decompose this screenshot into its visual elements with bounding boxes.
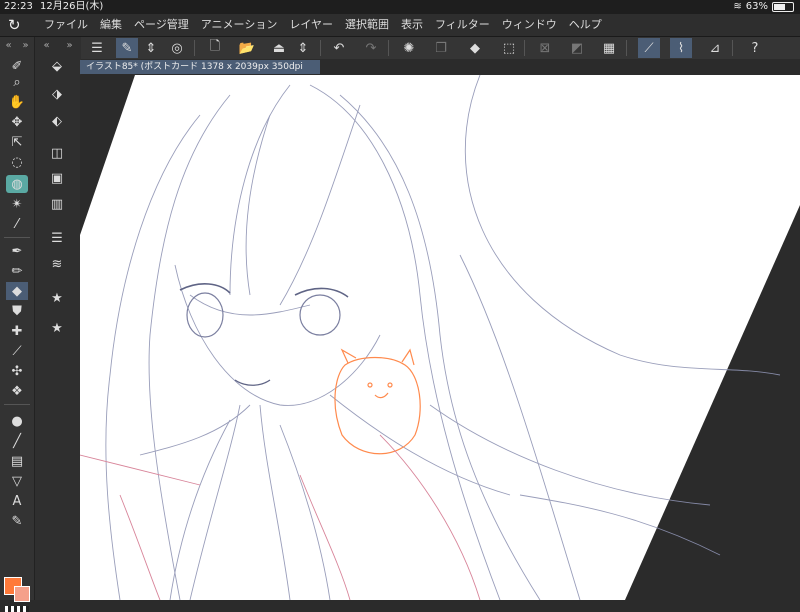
chevron-updown-icon[interactable]: ⇕ (140, 38, 162, 58)
zoom-icon[interactable]: ⌕ (6, 73, 28, 91)
figure-circle-icon[interactable]: ● (6, 412, 28, 430)
fill-bucket-icon[interactable]: ⛊ (6, 302, 28, 320)
layers-icon[interactable]: ☰ (47, 229, 67, 247)
copy-layer-icon[interactable]: ❐ (430, 38, 452, 58)
canvas-svg (80, 75, 800, 600)
battery-icon (772, 2, 794, 12)
command-toolbar: ☰ ✎ ⇕ ◎ 🗋 📂 ⏏ ⇕ ↶ ↷ ✺ ❐ ◆ ⬚ ⊠ ◩ ▦ ⟋ ⌇ ⊿ … (80, 37, 800, 59)
tone-icon[interactable]: ▣ (47, 169, 67, 187)
help-icon[interactable]: ? (744, 38, 766, 58)
transform-icon[interactable]: ⬚ (498, 38, 520, 58)
magic-wand-icon[interactable]: ✴ (6, 195, 28, 213)
collapse-icon[interactable]: « (5, 40, 11, 51)
lasso-select-icon[interactable]: ◍ (6, 175, 28, 193)
sparkle-icon[interactable]: ✚ (6, 322, 28, 340)
clear-icon[interactable]: ✺ (398, 38, 420, 58)
tool-palette: «» ✐ ⌕ ✋ ✥ ⇱ ◌ ◍ ✴ ⁄ ✒ ✏ ◆ ⛊ ✚ ⟋ ✣ ❖ ● ╱… (0, 37, 34, 612)
fill-icon[interactable]: ◆ (464, 38, 486, 58)
blend-icon[interactable]: ✣ (6, 362, 28, 380)
brush-icon[interactable]: ⟋ (6, 342, 28, 360)
new-file-icon[interactable]: 🗋 (204, 38, 226, 58)
pen-ruler-icon[interactable]: ⊿ (704, 38, 726, 58)
menu-edit[interactable]: 編集 (100, 14, 122, 36)
save-icon[interactable]: ⏏ (268, 38, 290, 58)
expand-icon[interactable]: » (22, 40, 28, 51)
menu-layer[interactable]: レイヤー (289, 14, 333, 36)
snap-brush-icon[interactable]: ⌇ (670, 38, 692, 58)
undo-icon[interactable]: ↶ (328, 38, 350, 58)
document-tab[interactable]: イラスト85* (ポストカード 1378 x 2039px 350dpi 123… (80, 60, 320, 86)
hamburger-menu-icon[interactable]: ☰ (86, 38, 108, 58)
ios-status-bar: 22:23 12月26日(木) ≋ 63% (0, 0, 800, 14)
edit-tool-icon[interactable]: ✎ (116, 38, 138, 58)
text-icon[interactable]: A (6, 492, 28, 510)
layers-alt-icon[interactable]: ≋ (47, 255, 67, 273)
decoration-icon[interactable]: ❖ (6, 382, 28, 400)
deselect-icon[interactable]: ⊠ (534, 38, 556, 58)
eraser-sub3-icon[interactable]: ⬖ (47, 112, 67, 130)
clip-studio-logo-icon[interactable]: ↻ (8, 17, 28, 33)
menu-file[interactable]: ファイル (44, 14, 88, 36)
menu-bar: ↻ ファイル 編集 ページ管理 アニメーション レイヤー 選択範囲 表示 フィル… (0, 14, 800, 37)
invert-selection-icon[interactable]: ◩ (566, 38, 588, 58)
move-icon[interactable]: ✥ (6, 113, 28, 131)
eraser-icon[interactable]: ◆ (6, 282, 28, 300)
wifi-icon: ≋ (733, 1, 742, 12)
redo-icon[interactable]: ↷ (360, 38, 382, 58)
clear-selection-icon[interactable]: ▦ (598, 38, 620, 58)
menu-filter[interactable]: フィルター (435, 14, 490, 36)
menu-help[interactable]: ヘルプ (569, 14, 602, 36)
battery-percent: 63% (745, 1, 768, 12)
frame-icon[interactable]: ▽ (6, 472, 28, 490)
sub-tool-palette: « » ⬙ ⬗ ⬖ ◫ ▣ ▥ ☰ ≋ ★ ★ (34, 37, 81, 600)
favorite-icon[interactable]: ★ (47, 289, 67, 307)
status-time: 22:23 (4, 1, 33, 12)
hand-icon[interactable]: ✋ (6, 93, 28, 111)
battery-fill (774, 4, 785, 10)
menu-selection[interactable]: 選択範囲 (345, 14, 389, 36)
line-icon[interactable]: ╱ (6, 432, 28, 450)
object-select-icon[interactable]: ⇱ (6, 133, 28, 151)
ruler-icon[interactable]: ⟋ (638, 38, 660, 58)
chevron-updown-icon-2[interactable]: ⇕ (292, 38, 314, 58)
collapse-icon-2[interactable]: « (43, 40, 49, 51)
status-date: 12月26日(木) (40, 1, 104, 12)
filmstrip-icon[interactable]: ▥ (47, 195, 67, 213)
correct-line-icon[interactable]: ✎ (6, 512, 28, 530)
layer-props-icon[interactable]: ◫ (47, 144, 67, 162)
menu-view[interactable]: 表示 (401, 14, 423, 36)
lasso-icon[interactable]: ◌ (6, 153, 28, 171)
eraser-sub2-icon[interactable]: ⬗ (47, 85, 67, 103)
transparent-swatch[interactable] (5, 606, 29, 612)
gradient-icon[interactable]: ▤ (6, 452, 28, 470)
favorite-2-icon[interactable]: ★ (47, 319, 67, 337)
menu-animation[interactable]: アニメーション (201, 14, 278, 36)
spiral-icon[interactable]: ◎ (166, 38, 188, 58)
menu-items: ファイル 編集 ページ管理 アニメーション レイヤー 選択範囲 表示 フィルター… (44, 14, 602, 36)
open-folder-icon[interactable]: 📂 (236, 38, 258, 58)
pencil-icon[interactable]: ✏ (6, 262, 28, 280)
menu-window[interactable]: ウィンドウ (502, 14, 557, 36)
eyedropper-icon[interactable]: ⁄ (6, 215, 28, 233)
expand-icon-2[interactable]: » (66, 40, 72, 51)
eraser-sub-icon[interactable]: ⬙ (47, 57, 67, 75)
canvas-area[interactable] (80, 75, 800, 600)
menu-page[interactable]: ページ管理 (134, 14, 189, 36)
pen-icon[interactable]: ✒ (6, 242, 28, 260)
